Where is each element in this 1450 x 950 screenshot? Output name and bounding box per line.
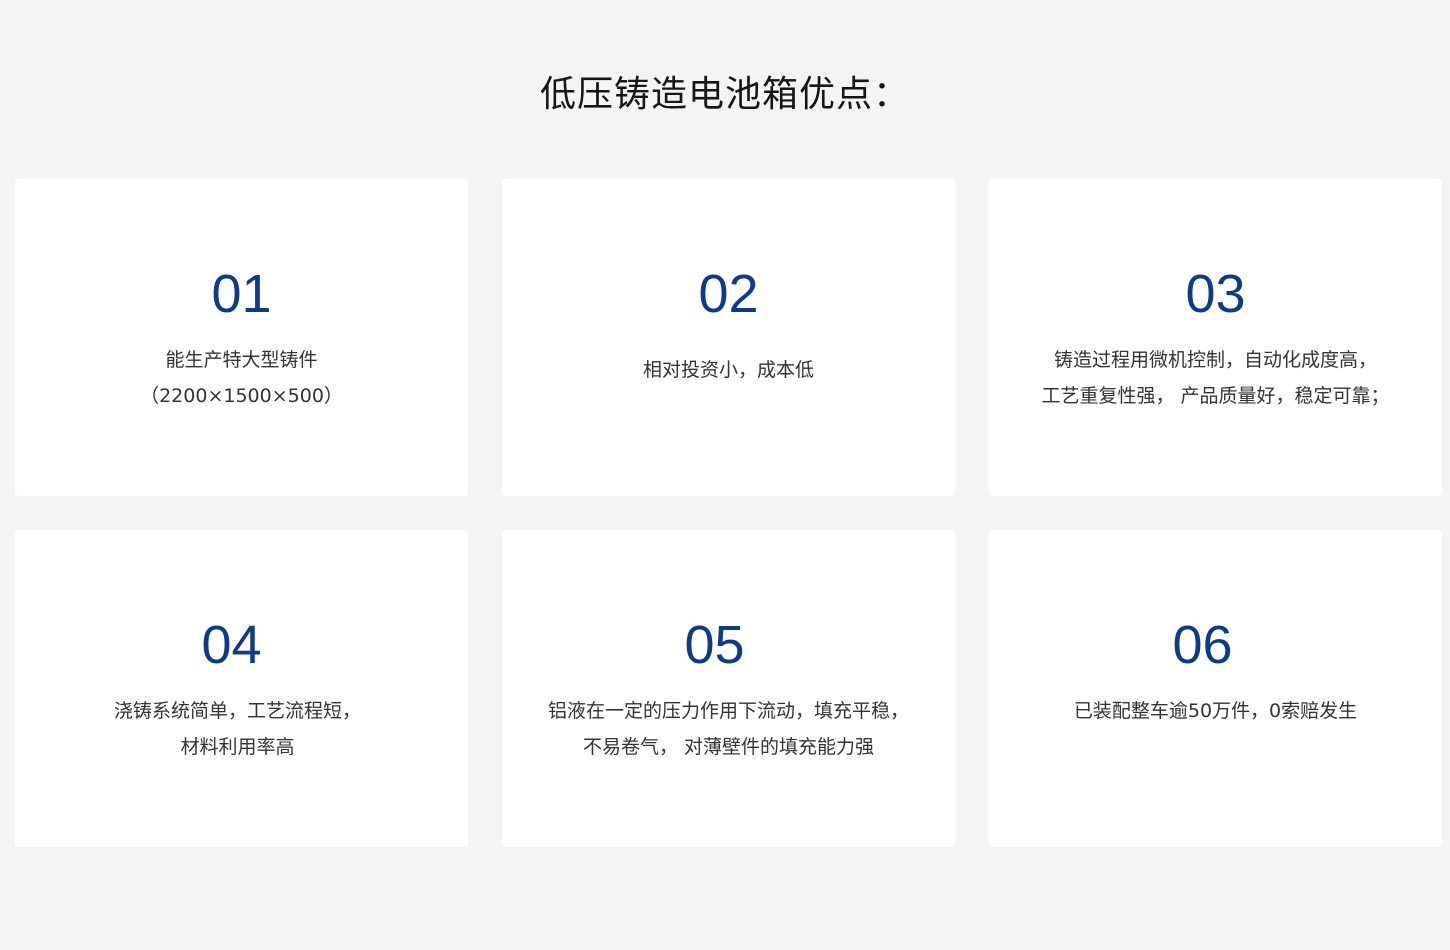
advantage-card-04: 04 浇铸系统简单，工艺流程短， 材料利用率高 [15,530,468,847]
advantage-number: 03 [1185,264,1246,324]
description-line: 已装配整车逾50万件，0索赔发生 [1073,700,1358,722]
description-line: 不易卷气， 对薄壁件的填充能力强 [582,736,875,758]
advantage-description: 铸造过程用微机控制，自动化成度高， 工艺重复性强， 产品质量好，稳定可靠； [989,342,1442,414]
advantage-description: 能生产特大型铸件 （2200×1500×500） [15,342,468,414]
advantage-card-03: 03 铸造过程用微机控制，自动化成度高， 工艺重复性强， 产品质量好，稳定可靠； [989,179,1442,496]
advantage-description: 已装配整车逾50万件，0索赔发生 [989,693,1442,729]
advantage-number: 04 [201,615,262,675]
advantage-description: 相对投资小，成本低 [502,352,955,388]
advantage-card-02: 02 相对投资小，成本低 [502,179,955,496]
description-line: 铝液在一定的压力作用下流动，填充平稳， [547,700,909,722]
description-line: 能生产特大型铸件 [165,349,318,371]
description-line: 相对投资小，成本低 [642,359,814,381]
advantage-number: 05 [684,615,745,675]
advantage-number: 06 [1172,615,1233,675]
description-line: 工艺重复性强， 产品质量好，稳定可靠； [1041,385,1390,407]
advantage-description: 铝液在一定的压力作用下流动，填充平稳， 不易卷气， 对薄壁件的填充能力强 [502,693,955,765]
advantage-number: 01 [211,264,272,324]
description-line: 浇铸系统简单，工艺流程短， [113,700,361,722]
advantage-card-01: 01 能生产特大型铸件 （2200×1500×500） [15,179,468,496]
advantage-number: 02 [698,264,759,324]
advantage-card-06: 06 已装配整车逾50万件，0索赔发生 [989,530,1442,847]
description-line: 材料利用率高 [180,736,295,758]
page-title: 低压铸造电池箱优点： [539,74,910,115]
advantage-card-05: 05 铝液在一定的压力作用下流动，填充平稳， 不易卷气， 对薄壁件的填充能力强 [502,530,955,847]
advantage-description: 浇铸系统简单，工艺流程短， 材料利用率高 [11,693,464,765]
description-line: 铸造过程用微机控制，自动化成度高， [1053,349,1377,371]
description-line: （2200×1500×500） [140,385,343,407]
